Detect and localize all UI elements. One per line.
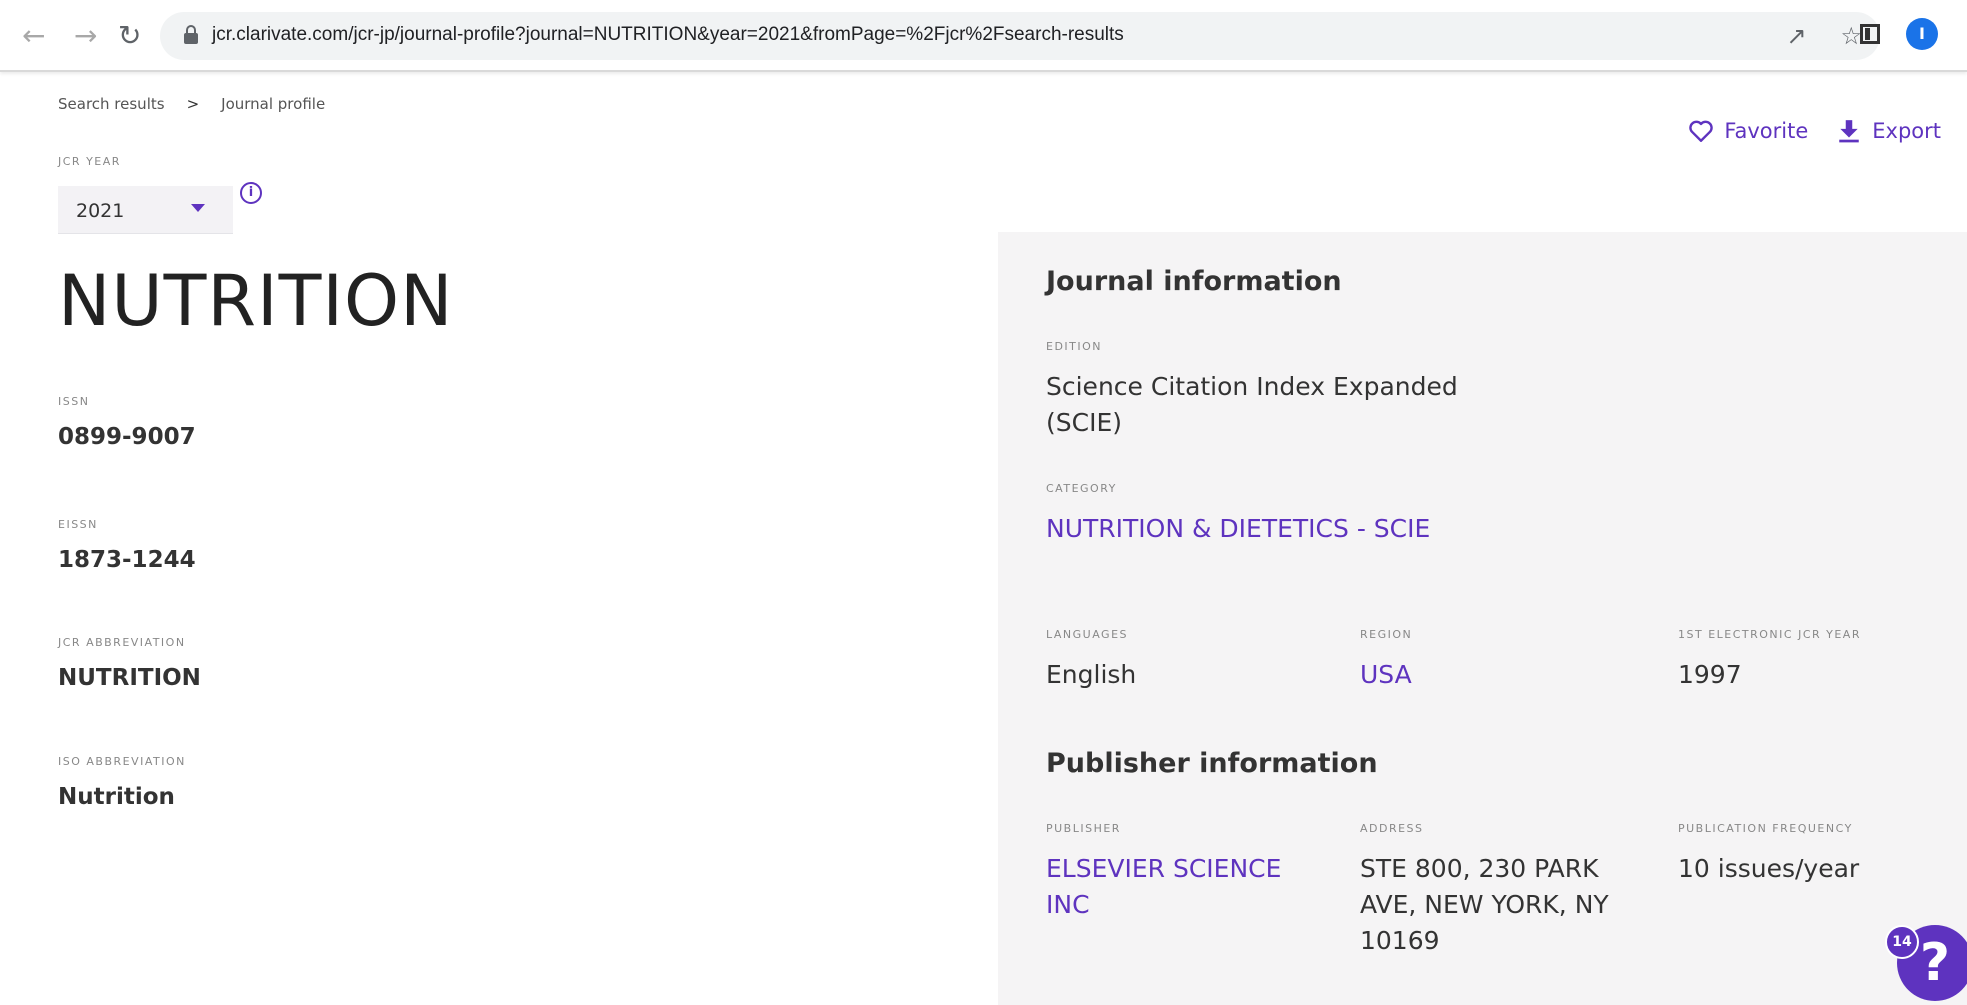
favorite-button[interactable]: Favorite bbox=[1688, 118, 1808, 144]
journal-information-heading: Journal information bbox=[1046, 266, 1342, 297]
share-icon[interactable]: ↗ bbox=[1786, 22, 1806, 50]
edition-label: EDITION bbox=[1046, 340, 1103, 353]
region-field: REGION USA bbox=[1360, 628, 1412, 693]
publisher-information-heading: Publisher information bbox=[1046, 748, 1378, 779]
issn-label: ISSN bbox=[58, 395, 90, 408]
journal-title: NUTRITION bbox=[58, 260, 454, 342]
iso-abbreviation-label: ISO ABBREVIATION bbox=[58, 755, 186, 768]
eissn-field: EISSN 1873-1244 bbox=[58, 518, 196, 573]
export-button[interactable]: Export bbox=[1836, 118, 1941, 144]
breadcrumb-search-results[interactable]: Search results bbox=[58, 95, 165, 113]
category-label: CATEGORY bbox=[1046, 482, 1117, 495]
iso-abbreviation-field: ISO ABBREVIATION Nutrition bbox=[58, 755, 186, 810]
publication-frequency-label: PUBLICATION FREQUENCY bbox=[1678, 822, 1853, 835]
publisher-label: PUBLISHER bbox=[1046, 822, 1121, 835]
side-panel-icon[interactable] bbox=[1860, 24, 1880, 44]
category-link[interactable]: NUTRITION & DIETETICS - SCIE bbox=[1046, 511, 1606, 547]
jcr-year-label: JCR YEAR bbox=[58, 155, 121, 168]
address-label: ADDRESS bbox=[1360, 822, 1424, 835]
region-link[interactable]: USA bbox=[1360, 657, 1412, 693]
info-icon[interactable]: i bbox=[240, 182, 262, 204]
bookmark-star-icon[interactable]: ☆ bbox=[1840, 22, 1862, 50]
edition-value: Science Citation Index Expanded (SCIE) bbox=[1046, 372, 1458, 437]
profile-icon[interactable]: I bbox=[1906, 18, 1938, 50]
edition-field: EDITION Science Citation Index Expanded … bbox=[1046, 340, 1466, 441]
favorite-label: Favorite bbox=[1724, 119, 1809, 143]
publisher-field: PUBLISHER ELSEVIER SCIENCE INC bbox=[1046, 822, 1316, 923]
jcr-abbreviation-value: NUTRITION bbox=[58, 665, 201, 691]
breadcrumb-journal-profile: Journal profile bbox=[221, 95, 326, 113]
jcr-year-value: 2021 bbox=[76, 200, 125, 222]
first-electronic-year-field: 1ST ELECTRONIC JCR YEAR 1997 bbox=[1678, 628, 1861, 693]
breadcrumb: Search results > Journal profile bbox=[58, 95, 325, 113]
address-value: STE 800, 230 PARK AVE, NEW YORK, NY 1016… bbox=[1360, 854, 1609, 955]
publication-frequency-value: 10 issues/year bbox=[1678, 854, 1860, 883]
lock-icon[interactable] bbox=[184, 25, 198, 45]
category-field: CATEGORY NUTRITION & DIETETICS - SCIE bbox=[1046, 482, 1606, 547]
help-button[interactable]: ? 14 bbox=[1885, 925, 1967, 1005]
languages-field: LANGUAGES English bbox=[1046, 628, 1136, 693]
caret-down-icon bbox=[191, 204, 205, 212]
iso-abbreviation-value: Nutrition bbox=[58, 784, 175, 810]
eissn-value: 1873-1244 bbox=[58, 547, 196, 573]
first-electronic-year-value: 1997 bbox=[1678, 660, 1742, 689]
jcr-abbreviation-label: JCR ABBREVIATION bbox=[58, 636, 186, 649]
address-bar[interactable]: jcr.clarivate.com/jcr-jp/journal-profile… bbox=[160, 12, 1880, 60]
breadcrumb-separator: > bbox=[186, 95, 200, 113]
journal-info-panel: Journal information EDITION Science Cita… bbox=[998, 232, 1967, 1005]
browser-toolbar: ← → ↻ jcr.clarivate.com/jcr-jp/journal-p… bbox=[0, 0, 1967, 72]
heart-icon bbox=[1689, 120, 1714, 142]
export-label: Export bbox=[1872, 119, 1941, 143]
jcr-year-select[interactable]: 2021 bbox=[58, 186, 233, 234]
forward-arrow-icon[interactable]: → bbox=[74, 20, 97, 52]
download-icon bbox=[1839, 120, 1859, 143]
issn-value: 0899-9007 bbox=[58, 424, 196, 450]
back-arrow-icon[interactable]: ← bbox=[22, 20, 45, 52]
issn-field: ISSN 0899-9007 bbox=[58, 395, 196, 450]
publisher-link[interactable]: ELSEVIER SCIENCE INC bbox=[1046, 851, 1316, 923]
page-actions: Favorite Export bbox=[1688, 118, 1941, 144]
languages-value: English bbox=[1046, 660, 1137, 689]
notification-badge: 14 bbox=[1885, 925, 1919, 959]
region-label: REGION bbox=[1360, 628, 1413, 641]
eissn-label: EISSN bbox=[58, 518, 98, 531]
address-field: ADDRESS STE 800, 230 PARK AVE, NEW YORK,… bbox=[1360, 822, 1650, 959]
jcr-abbreviation-field: JCR ABBREVIATION NUTRITION bbox=[58, 636, 201, 691]
first-electronic-year-label: 1ST ELECTRONIC JCR YEAR bbox=[1678, 628, 1861, 641]
url-text[interactable]: jcr.clarivate.com/jcr-jp/journal-profile… bbox=[212, 24, 1124, 46]
languages-label: LANGUAGES bbox=[1046, 628, 1128, 641]
publication-frequency-field: PUBLICATION FREQUENCY 10 issues/year bbox=[1678, 822, 1928, 887]
reload-icon[interactable]: ↻ bbox=[118, 20, 141, 52]
